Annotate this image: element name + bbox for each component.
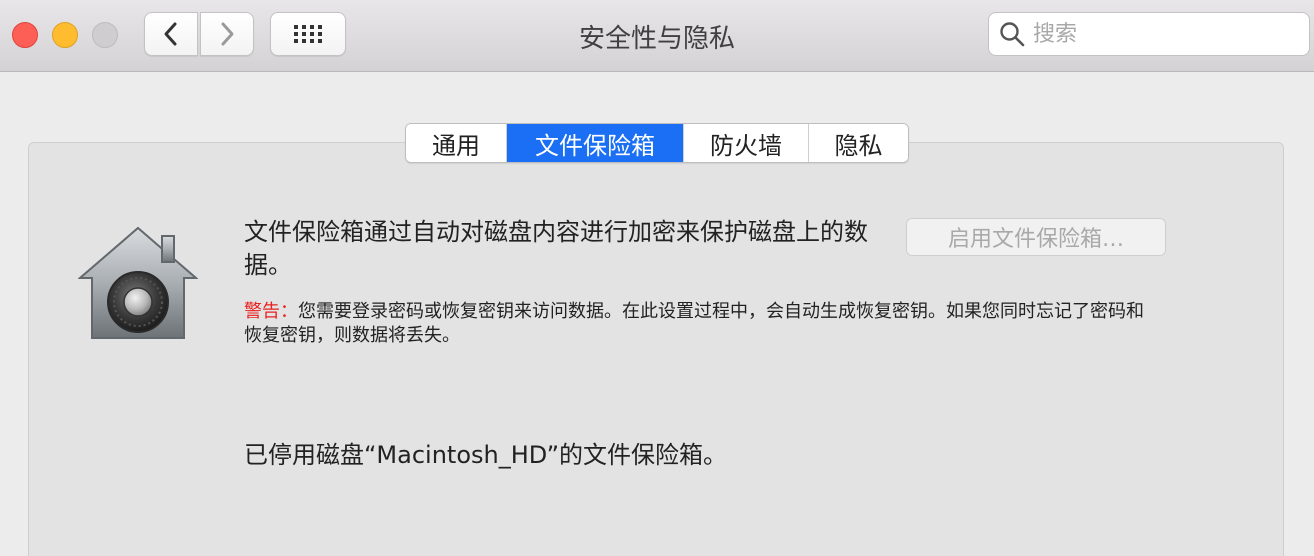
navigation-buttons	[144, 12, 254, 56]
search-field[interactable]	[988, 12, 1310, 56]
system-preferences-window: 安全性与隐私 通用 文件保险箱 防火墙 隐私	[0, 0, 1314, 556]
tab-bar: 通用 文件保险箱 防火墙 隐私	[405, 123, 909, 163]
enable-filevault-button[interactable]: 启用文件保险箱…	[906, 218, 1166, 256]
filevault-status: 已停用磁盘“Macintosh_HD”的文件保险箱。	[244, 441, 728, 469]
title-bar: 安全性与隐私	[0, 0, 1314, 72]
tab-firewall[interactable]: 防火墙	[684, 124, 809, 162]
back-button[interactable]	[144, 12, 198, 56]
warning-label: 警告：	[244, 301, 298, 322]
filevault-house-icon	[78, 226, 198, 339]
search-input[interactable]	[1033, 21, 1293, 47]
forward-button[interactable]	[200, 12, 254, 56]
search-icon	[1000, 22, 1025, 47]
zoom-window-button[interactable]	[92, 22, 118, 48]
tab-filevault[interactable]: 文件保险箱	[507, 124, 684, 162]
show-all-button[interactable]	[270, 12, 346, 56]
grid-icon	[294, 25, 322, 43]
filevault-warning: 警告：您需要登录密码或恢复密钥来访问数据。在此设置过程中，会自动生成恢复密钥。如…	[244, 300, 1154, 348]
filevault-description: 文件保险箱通过自动对磁盘内容进行加密来保护磁盘上的数据。	[244, 218, 868, 279]
chevron-right-icon	[221, 22, 234, 46]
chevron-left-icon	[164, 22, 177, 46]
warning-text: 您需要登录密码或恢复密钥来访问数据。在此设置过程中，会自动生成恢复密钥。如果您同…	[244, 301, 1144, 346]
tab-general[interactable]: 通用	[406, 124, 507, 162]
tab-privacy[interactable]: 隐私	[809, 124, 908, 162]
filevault-panel	[28, 142, 1284, 556]
close-window-button[interactable]	[12, 22, 38, 48]
minimize-window-button[interactable]	[52, 22, 78, 48]
